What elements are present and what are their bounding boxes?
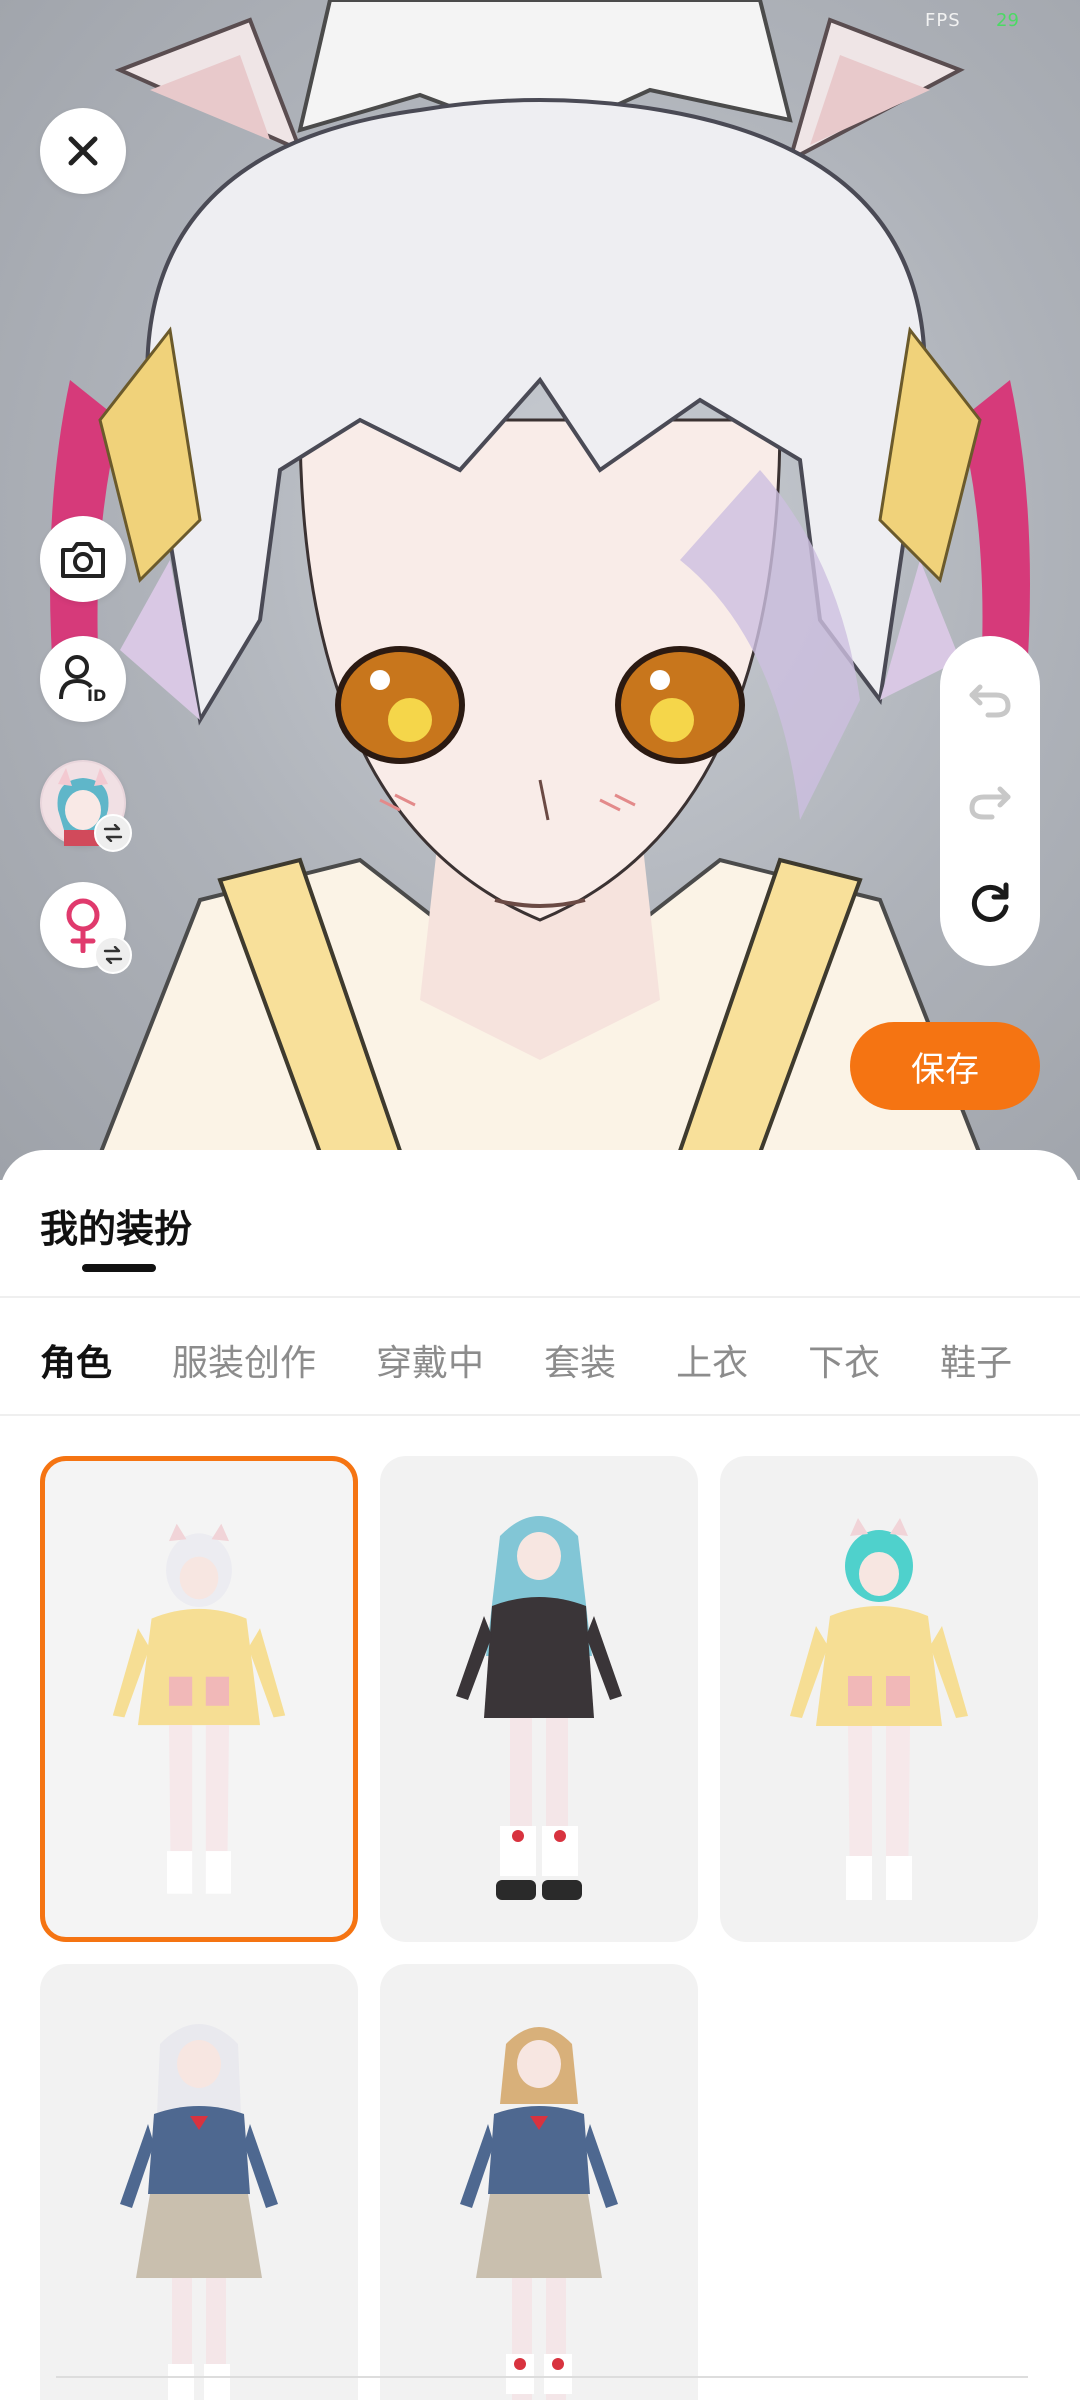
character-card[interactable]	[380, 1456, 698, 1942]
close-icon	[68, 136, 98, 166]
swap-badge	[94, 936, 132, 974]
character-thumbnail	[456, 1516, 622, 1900]
redo-icon	[969, 786, 1011, 820]
divider	[0, 1296, 1080, 1298]
category-tabs: 角色 服装创作 穿戴中 套装 上衣 下衣 鞋子	[40, 1320, 1072, 1400]
divider	[0, 1414, 1080, 1416]
undo-button[interactable]	[960, 669, 1020, 729]
swap-icon	[103, 946, 123, 964]
outfit-sheet: 我的装扮 角色 服装创作 穿戴中 套装 上衣 下衣 鞋子	[0, 1150, 1080, 2400]
reset-icon	[971, 882, 1009, 922]
character-thumbnail	[790, 1518, 968, 1900]
user-id-icon: ID	[59, 655, 106, 705]
fps-value: 29	[996, 10, 1019, 31]
tab-outfit-creation[interactable]: 服装创作	[172, 1334, 316, 1386]
save-button[interactable]: 保存	[850, 1022, 1040, 1110]
character-thumbnail	[460, 2027, 618, 2400]
tab-character[interactable]: 角色	[40, 1334, 112, 1386]
tab-shoes[interactable]: 鞋子	[940, 1334, 1012, 1386]
avatar-3d-preview[interactable]	[0, 0, 1080, 1180]
redo-button[interactable]	[960, 771, 1020, 831]
svg-text:ID: ID	[87, 686, 106, 705]
avatar-id-button[interactable]: ID	[40, 636, 126, 722]
sheet-title: 我的装扮	[40, 1207, 193, 1251]
swap-badge	[94, 814, 132, 852]
swap-icon	[103, 824, 123, 842]
fps-label: FPS	[925, 10, 961, 31]
character-thumbnail	[112, 1523, 286, 1894]
screenshot-button[interactable]	[40, 516, 126, 602]
character-card[interactable]	[380, 1964, 698, 2400]
character-card[interactable]	[40, 1964, 358, 2400]
reset-button[interactable]	[960, 873, 1020, 933]
character-card[interactable]	[40, 1456, 358, 1942]
tab-outfit-sets[interactable]: 套装	[544, 1334, 616, 1386]
scroll-indicator	[56, 2376, 1028, 2378]
camera-icon	[61, 542, 105, 578]
character-card[interactable]	[720, 1456, 1038, 1942]
character-thumbnail	[120, 2024, 278, 2400]
tab-tops[interactable]: 上衣	[676, 1334, 748, 1386]
history-controls	[940, 636, 1040, 966]
avatar-viewport[interactable]: FPS 29 ID 保存	[0, 0, 1080, 1180]
gender-switch-button[interactable]	[40, 882, 132, 974]
title-underline	[82, 1264, 156, 1272]
tab-wearing[interactable]: 穿戴中	[376, 1334, 484, 1386]
character-switch-button[interactable]	[40, 760, 132, 852]
close-button[interactable]	[40, 108, 126, 194]
tab-bottoms[interactable]: 下衣	[808, 1334, 880, 1386]
undo-icon	[969, 684, 1011, 718]
